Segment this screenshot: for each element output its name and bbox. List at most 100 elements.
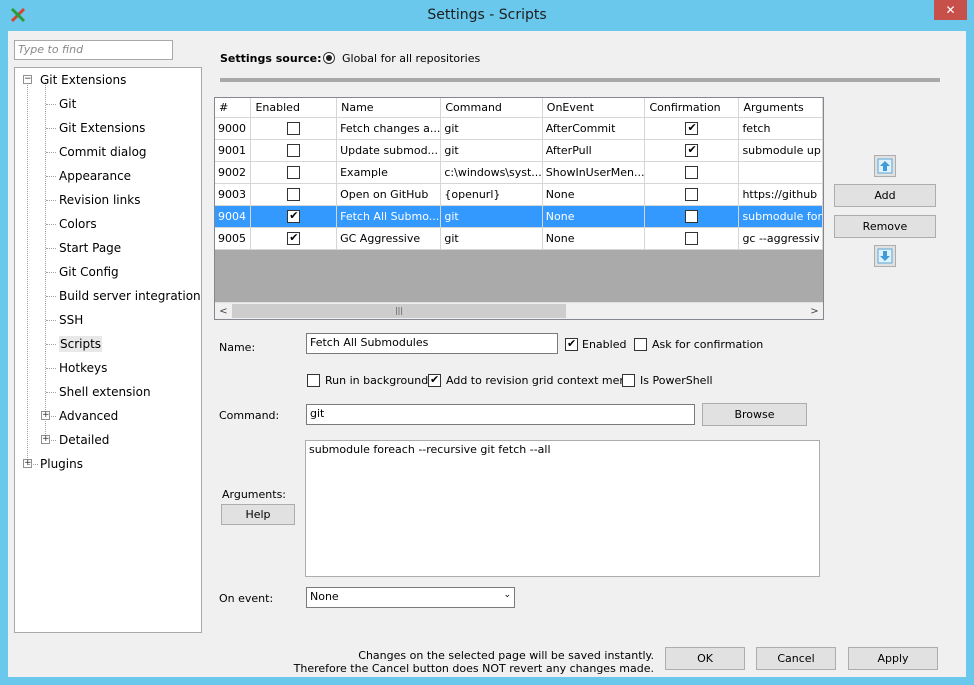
- cell-enabled[interactable]: [250, 227, 338, 250]
- cell-enabled[interactable]: [250, 139, 338, 162]
- scroll-left-icon[interactable]: <: [215, 303, 232, 319]
- cell-onevent: ShowInUserMen...: [542, 161, 646, 184]
- command-input[interactable]: git: [306, 404, 695, 425]
- tree-item-appearance[interactable]: Appearance: [59, 166, 131, 186]
- cell-enabled[interactable]: [250, 183, 338, 206]
- browse-button[interactable]: Browse: [702, 403, 807, 426]
- cell-id: 9003: [215, 183, 252, 206]
- tree-connector: [46, 320, 56, 321]
- column-header-name[interactable]: Name: [336, 98, 442, 118]
- table-row[interactable]: 9003 Open on GitHub {openurl} None https://g…: [215, 183, 823, 206]
- global-radio-button[interactable]: [323, 52, 335, 64]
- arguments-textarea[interactable]: submodule foreach --recursive git fetch …: [305, 440, 820, 577]
- ask-confirmation-checkbox[interactable]: [634, 338, 647, 351]
- scroll-thumb[interactable]: |||: [232, 304, 566, 318]
- tree-connector: [46, 176, 56, 177]
- cell-name: GC Aggressive: [336, 227, 442, 250]
- search-input[interactable]: Type to find: [14, 40, 173, 60]
- cell-confirmation[interactable]: [644, 161, 740, 184]
- powershell-checkbox[interactable]: [622, 374, 635, 387]
- ok-button[interactable]: OK: [665, 647, 745, 670]
- close-button[interactable]: ✕: [934, 0, 967, 20]
- add-button[interactable]: Add: [834, 184, 936, 207]
- tree-item-git-config[interactable]: Git Config: [59, 262, 119, 282]
- cell-confirmation[interactable]: [644, 227, 740, 250]
- powershell-label: Is PowerShell: [640, 374, 713, 387]
- title-bar[interactable]: Settings - Scripts ✕: [0, 0, 974, 30]
- cell-onevent: None: [542, 227, 646, 250]
- table-row[interactable]: 9005 GC AggressivegitNone gc --aggressiv: [215, 227, 823, 250]
- enabled-checkbox[interactable]: [287, 231, 301, 245]
- expand-icon[interactable]: +: [41, 435, 50, 444]
- tree-vline-root: [27, 82, 28, 466]
- confirmation-checkbox[interactable]: [685, 209, 699, 223]
- command-label: Command:: [219, 409, 280, 422]
- tree-item-hotkeys[interactable]: Hotkeys: [59, 358, 107, 378]
- tree-item-colors[interactable]: Colors: [59, 214, 97, 234]
- table-row[interactable]: 9000 Fetch changes a...gitAfterCommit fetc…: [215, 117, 823, 140]
- tree-item-detailed[interactable]: Detailed: [59, 430, 109, 450]
- confirmation-checkbox[interactable]: [685, 231, 699, 245]
- tree-item-commit-dialog[interactable]: Commit dialog: [59, 142, 147, 162]
- tree-item-git[interactable]: Git: [59, 94, 76, 114]
- confirmation-checkbox[interactable]: [685, 165, 699, 179]
- scripts-grid[interactable]: # Enabled Name Command OnEvent Confirmation Ar…: [214, 97, 824, 320]
- column-header-onevent[interactable]: OnEvent: [542, 98, 646, 118]
- separator: [220, 78, 940, 82]
- collapse-icon[interactable]: −: [23, 75, 32, 84]
- enabled-checkbox[interactable]: [287, 143, 301, 157]
- cell-onevent: None: [542, 205, 646, 228]
- run-background-checkbox[interactable]: [307, 374, 320, 387]
- enabled-checkbox[interactable]: [287, 165, 301, 179]
- cell-enabled[interactable]: [250, 117, 338, 140]
- expand-icon[interactable]: +: [41, 411, 50, 420]
- move-down-button[interactable]: [874, 245, 896, 267]
- enabled-checkbox[interactable]: [287, 121, 301, 135]
- column-header-id[interactable]: #: [215, 98, 252, 118]
- footer-note-line1: Changes on the selected page will be sav…: [358, 649, 654, 662]
- tree-item-advanced[interactable]: Advanced: [59, 406, 118, 426]
- tree-item-plugins[interactable]: Plugins: [40, 454, 83, 474]
- add-context-menu-checkbox[interactable]: [428, 373, 441, 387]
- table-row[interactable]: 9001 Update submod...gitAfterPull submodul…: [215, 139, 823, 162]
- name-input[interactable]: Fetch All Submodules: [306, 333, 558, 354]
- confirmation-checkbox[interactable]: [685, 121, 699, 135]
- arguments-label: Arguments:: [222, 488, 287, 501]
- cell-confirmation[interactable]: [644, 205, 740, 228]
- confirmation-checkbox[interactable]: [685, 143, 699, 157]
- apply-button[interactable]: Apply: [848, 647, 938, 670]
- tree-item-label: Revision links: [59, 193, 141, 207]
- cell-confirmation[interactable]: [644, 183, 740, 206]
- cell-confirmation[interactable]: [644, 117, 740, 140]
- column-header-command[interactable]: Command: [440, 98, 543, 118]
- scroll-right-icon[interactable]: >: [806, 303, 823, 319]
- horizontal-scrollbar[interactable]: < ||| >: [215, 302, 823, 319]
- on-event-select[interactable]: None ⌄: [306, 587, 515, 608]
- tree-item-build-server-integration[interactable]: Build server integration: [59, 286, 201, 306]
- tree-item-label: Colors: [59, 217, 97, 231]
- enabled-checkbox[interactable]: [287, 187, 301, 201]
- column-header-enabled[interactable]: Enabled: [250, 98, 338, 118]
- enabled-checkbox[interactable]: [287, 209, 301, 223]
- column-header-arguments[interactable]: Arguments: [738, 98, 823, 118]
- tree-item-start-page[interactable]: Start Page: [59, 238, 121, 258]
- tree-item-git-extensions-root[interactable]: Git Extensions: [40, 70, 126, 90]
- table-row[interactable]: 9004 Fetch All Submo...gitNone submodule f…: [215, 205, 823, 228]
- cell-enabled[interactable]: [250, 161, 338, 184]
- help-button[interactable]: Help: [221, 504, 295, 525]
- tree-item-shell-extension[interactable]: Shell extension: [59, 382, 151, 402]
- column-header-confirmation[interactable]: Confirmation: [644, 98, 740, 118]
- tree-item-revision-links[interactable]: Revision links: [59, 190, 140, 210]
- tree-item-git-extensions[interactable]: Git Extensions: [59, 118, 145, 138]
- enabled-checkbox[interactable]: [565, 337, 578, 351]
- move-up-button[interactable]: [874, 155, 896, 177]
- cancel-button[interactable]: Cancel: [756, 647, 836, 670]
- remove-button[interactable]: Remove: [834, 215, 936, 238]
- table-row[interactable]: 9002 Example c:\windows\syst... ShowInUserM…: [215, 161, 823, 184]
- cell-enabled[interactable]: [250, 205, 338, 228]
- tree-item-scripts[interactable]: Scripts: [59, 334, 103, 354]
- confirmation-checkbox[interactable]: [685, 187, 699, 201]
- cell-confirmation[interactable]: [644, 139, 740, 162]
- tree-connector: [46, 392, 56, 393]
- tree-item-ssh[interactable]: SSH: [59, 310, 83, 330]
